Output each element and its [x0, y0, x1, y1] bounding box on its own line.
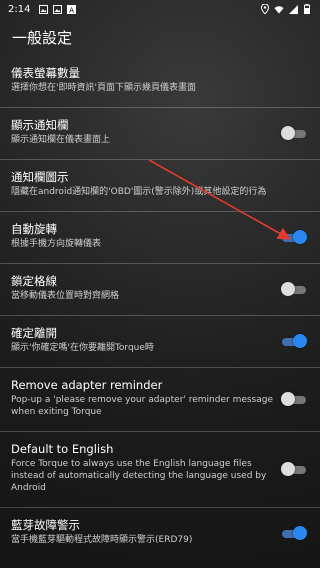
setting-dashboard-count[interactable]: 儀表螢幕數量 選擇你想在'即時資訊'頁面下顯示幾頁儀表畫面 — [0, 56, 320, 108]
setting-title: 藍芽故障警示 — [11, 518, 80, 532]
setting-default-english[interactable]: Default to English Force Torque to alway… — [0, 432, 320, 508]
setting-title: 確定離開 — [11, 326, 57, 340]
setting-subtitle: 顯示'你確定嗎'在你要離開Torque時 — [11, 343, 154, 353]
toggle-switch[interactable] — [282, 333, 307, 349]
wifi-icon — [274, 4, 284, 14]
setting-show-notification[interactable]: 顯示通知欄 顯示通知欄在儀表畫面上 — [0, 108, 320, 160]
a-icon: A — [66, 4, 76, 14]
setting-title: Remove adapter reminder — [11, 378, 163, 392]
toggle-switch[interactable] — [282, 526, 307, 541]
setting-remove-adapter-reminder[interactable]: Remove adapter reminder Pop-up a 'please… — [0, 368, 320, 432]
svg-text:A: A — [69, 6, 74, 14]
app-bar: 一般設定 — [0, 18, 320, 56]
setting-notification-icon[interactable]: 通知欄圖示 隱藏在android通知欄的'OBD'圖示(警示除外)或其他設定的行… — [0, 160, 320, 212]
setting-title: 自動旋轉 — [11, 222, 57, 236]
status-time: 2:14 — [8, 3, 31, 15]
toggle-switch[interactable] — [282, 229, 307, 245]
toggle-switch[interactable] — [281, 281, 306, 297]
setting-title: 鎖定格線 — [11, 274, 57, 288]
setting-confirm-exit[interactable]: 確定離開 顯示'你確定嗎'在你要離開Torque時 — [0, 316, 320, 368]
setting-subtitle: 根據手機方向旋轉儀表 — [11, 239, 102, 249]
image-icon — [38, 4, 48, 14]
setting-subtitle: 選擇你想在'即時資訊'頁面下顯示幾頁儀表畫面 — [11, 83, 196, 93]
image-icon — [52, 4, 62, 14]
location-icon — [260, 4, 270, 14]
setting-subtitle: Pop-up a 'please remove your adapter' re… — [11, 395, 274, 417]
toggle-switch[interactable] — [281, 461, 306, 477]
setting-bluetooth-fault-warning[interactable]: 藍芽故障警示 當手機藍芽驅動程式故障時顯示警示(ERD79) — [0, 508, 320, 560]
setting-title: 通知欄圖示 — [11, 170, 69, 184]
setting-subtitle: 顯示通知欄在儀表畫面上 — [11, 135, 111, 145]
setting-subtitle: 當手機藍芽驅動程式故障時顯示警示(ERD79) — [11, 535, 193, 545]
toggle-switch[interactable] — [281, 391, 306, 407]
setting-subtitle: Force Torque to always use the English l… — [11, 459, 267, 493]
setting-auto-rotate[interactable]: 自動旋轉 根據手機方向旋轉儀表 — [0, 212, 320, 264]
setting-subtitle: 隱藏在android通知欄的'OBD'圖示(警示除外)或其他設定的行為 — [11, 187, 267, 197]
battery-icon — [302, 4, 312, 14]
settings-list: 儀表螢幕數量 選擇你想在'即時資訊'頁面下顯示幾頁儀表畫面 顯示通知欄 顯示通知… — [0, 56, 320, 560]
signal-icon — [288, 4, 298, 14]
toggle-switch[interactable] — [281, 125, 306, 141]
setting-subtitle: 當移動儀表位置時對齊網格 — [11, 291, 120, 301]
setting-title: 儀表螢幕數量 — [11, 66, 80, 80]
setting-title: Default to English — [11, 442, 114, 456]
status-bar: 2:14 A — [0, 0, 320, 18]
setting-title: 顯示通知欄 — [11, 118, 69, 132]
setting-lock-grid[interactable]: 鎖定格線 當移動儀表位置時對齊網格 — [0, 264, 320, 316]
page-title: 一般設定 — [12, 28, 73, 47]
